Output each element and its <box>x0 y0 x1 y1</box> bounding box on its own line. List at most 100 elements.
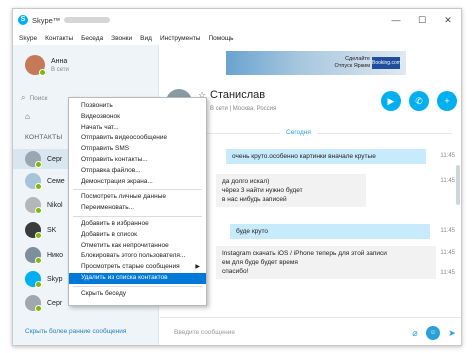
menu-item-add-favorites[interactable]: Добавить в избранное <box>69 219 206 230</box>
video-call-button[interactable]: ▶ <box>381 91 401 111</box>
submenu-arrow-icon: ▶ <box>195 264 200 271</box>
online-status-icon <box>35 161 42 168</box>
minimize-button[interactable]: — <box>383 9 409 31</box>
menu-skype[interactable]: Skype <box>19 35 37 42</box>
menu-view[interactable]: Вид <box>140 35 152 42</box>
menu-item-remove-contact[interactable]: Удалить из списка контактов <box>69 272 206 284</box>
message-text: да долго искал) <box>222 178 270 185</box>
message-text: очень круто.особенно картинки вначале кр… <box>232 153 376 160</box>
message-outgoing: буде круто <box>230 224 430 239</box>
compose-bar: Введите сообщение ⌀ ☺ ➤ <box>160 317 461 345</box>
contact-avatar <box>25 247 42 264</box>
message-outgoing: очень круто.особенно картинки вначале кр… <box>226 149 426 164</box>
menu-item-send-video-message[interactable]: Отправить видеосообщение <box>69 133 206 144</box>
menu-conversation[interactable]: Беседа <box>81 35 103 42</box>
profile-status: В сети <box>51 66 69 73</box>
menu-item-screen-share[interactable]: Демонстрация экрана... <box>69 177 206 188</box>
attach-icon[interactable]: ⌀ <box>408 326 422 340</box>
menu-help[interactable]: Помощь <box>208 35 233 42</box>
message-time: 11:45 <box>440 270 455 276</box>
message-text: ем для буде будет время <box>222 259 298 266</box>
contact-name: Skyp <box>47 275 63 283</box>
message-time: 11:45 <box>440 250 455 256</box>
menu-calls[interactable]: Звонки <box>111 35 132 42</box>
ad-text-line1: Сделайте <box>345 56 370 62</box>
add-people-button[interactable]: + <box>437 91 457 111</box>
contact-avatar <box>25 173 42 190</box>
contact-avatar <box>25 197 42 214</box>
menu-item-send-files[interactable]: Отправка файлов... <box>69 166 206 177</box>
ad-banner[interactable]: Сделайте Отпуск Ярким Booking.com <box>226 51 406 75</box>
menu-separator <box>73 215 202 217</box>
menu-item-add-to-list[interactable]: Добавить в список <box>69 230 206 241</box>
contact-avatar <box>25 151 42 168</box>
home-icon[interactable]: ⌂ <box>25 112 30 121</box>
menu-contacts[interactable]: Контакты <box>45 35 73 42</box>
message-time: 11:45 <box>440 178 455 184</box>
contact-avatar <box>25 222 42 239</box>
menu-item-video-call[interactable]: Видеозвонок <box>69 112 206 123</box>
message-time: 11:45 <box>440 153 455 159</box>
search-placeholder: Поиск <box>29 94 48 102</box>
profile-name: Анна <box>51 57 68 65</box>
contact-name: SK <box>47 226 57 234</box>
search-icon: ⌕ <box>21 93 26 102</box>
chat-contact-status: В сети | Москва, Россия <box>210 106 277 112</box>
menu-item-block-user[interactable]: Блокировать этого пользователя... <box>69 251 206 262</box>
menu-item-view-old-messages[interactable]: Просмотреть старые сообщения ▶ <box>69 262 206 273</box>
contact-name: Семе <box>47 177 65 185</box>
online-status-icon <box>35 232 42 239</box>
ad-logo: Booking.com <box>372 57 401 69</box>
message-text: Instagram скачать iOS / iPhone теперь дл… <box>222 250 387 257</box>
menu-item-view-profile[interactable]: Посмотреть личные данные <box>69 192 206 203</box>
menu-separator <box>73 189 202 191</box>
chat-contact-name: Станислав <box>210 89 266 101</box>
message-text: буде круто <box>236 228 268 235</box>
date-label: Сегодня <box>280 129 317 136</box>
online-status-icon <box>39 69 46 76</box>
message-text: чёрез 3 найти нужно будет <box>222 187 303 194</box>
online-status-icon <box>35 207 42 214</box>
menu-item-rename[interactable]: Переименовать... <box>69 203 206 214</box>
profile-avatar <box>25 55 46 76</box>
contact-name: Серг <box>47 155 63 163</box>
online-status-icon <box>35 305 42 312</box>
hide-old-messages-link[interactable]: Скрыть более ранние сообщения <box>25 328 126 335</box>
chat-scrollbar[interactable] <box>456 165 460 205</box>
contact-avatar <box>25 295 42 312</box>
title-bar: S Skype™ — ☐ ✕ <box>13 9 461 31</box>
profile-panel[interactable]: Анна В сети <box>13 45 159 85</box>
menu-item-call[interactable]: Позвонить <box>69 101 206 112</box>
menu-item-send-sms[interactable]: Отправить SMS <box>69 144 206 155</box>
online-status-icon <box>35 257 42 264</box>
contact-name: Серг <box>47 299 63 307</box>
contact-name: Нико <box>47 251 63 259</box>
message-input[interactable]: Введите сообщение <box>174 329 235 336</box>
menu-item-label: Просмотреть старые сообщения <box>81 263 180 271</box>
contact-name: Nikol <box>47 201 63 209</box>
contact-context-menu: Позвонить Видеозвонок Начать чат... Отпр… <box>68 97 207 306</box>
message-time: 11:45 <box>440 228 455 234</box>
menu-separator <box>73 285 202 287</box>
call-button[interactable]: ✆ <box>409 91 429 111</box>
menu-item-hide-conversation[interactable]: Скрыть беседу <box>69 289 206 300</box>
message-incoming: да долго искал) чёрез 3 найти нужно буде… <box>216 174 366 207</box>
message-text: спасибо! <box>222 268 249 275</box>
menu-tools[interactable]: Инструменты <box>160 35 201 42</box>
online-status-icon <box>35 183 42 190</box>
ad-text: Сделайте Отпуск Ярким <box>335 56 370 70</box>
maximize-button[interactable]: ☐ <box>409 9 435 31</box>
message-incoming: Instagram скачать iOS / iPhone теперь дл… <box>216 246 436 279</box>
close-button[interactable]: ✕ <box>435 9 461 31</box>
ad-text-line2: Отпуск Ярким <box>334 63 370 69</box>
blurred-username <box>64 17 111 23</box>
app-title: Skype™ <box>32 15 61 25</box>
skype-logo-icon: S <box>18 15 28 25</box>
send-icon[interactable]: ➤ <box>445 326 459 340</box>
menu-item-mark-unread[interactable]: Отметить как непрочитанное <box>69 241 206 252</box>
message-text: в нас нибудь записей <box>222 196 287 203</box>
emoticon-icon[interactable]: ☺ <box>426 326 440 340</box>
menu-item-send-contacts[interactable]: Отправить контакты... <box>69 155 206 166</box>
menu-item-start-chat[interactable]: Начать чат... <box>69 123 206 134</box>
contacts-header[interactable]: КОНТАКТЫ <box>25 134 62 141</box>
